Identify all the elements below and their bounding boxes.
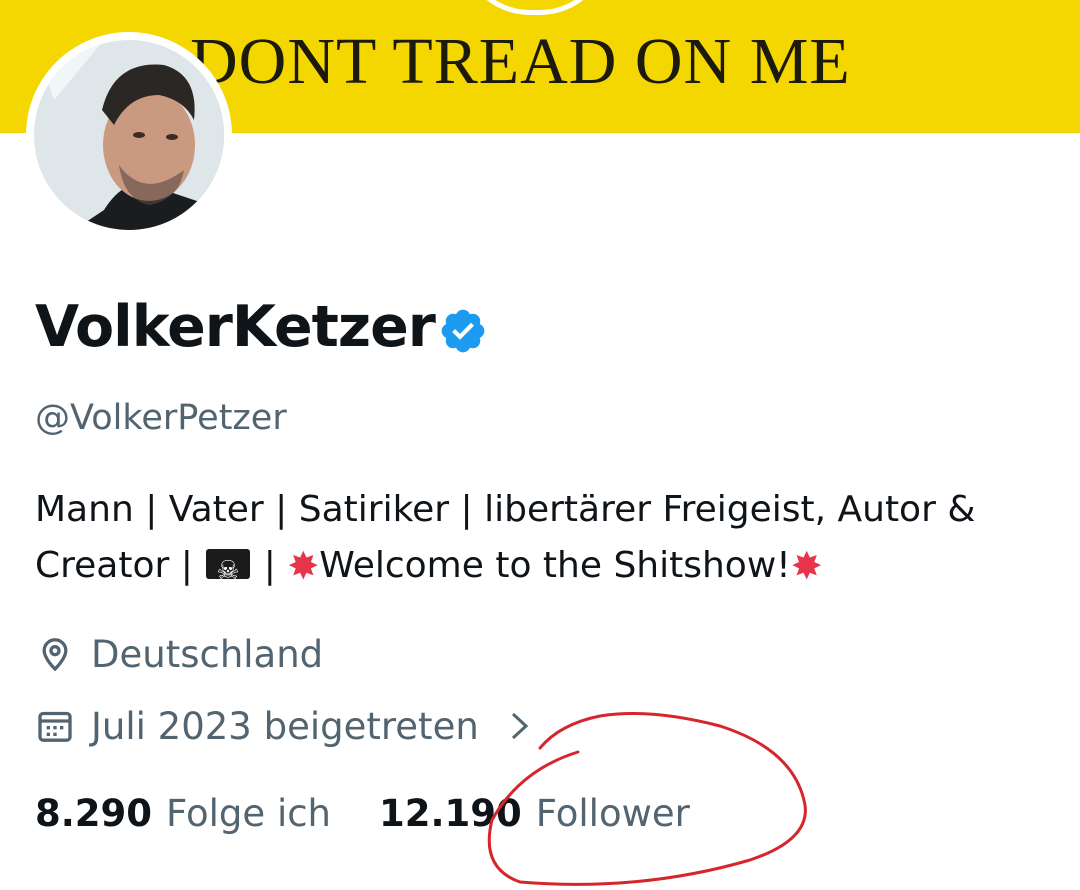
following-label: Folge ich [166, 792, 332, 835]
joined-text: Juli 2023 beigetreten [91, 704, 479, 748]
profile-stats: 8.290 Folge ich 12.190 Follower [35, 792, 690, 835]
banner-snake-graphic [460, 0, 610, 15]
followers-count: 12.190 [379, 792, 522, 835]
pirate-flag-icon [206, 543, 251, 599]
banner-text: DONT TREAD ON ME [190, 25, 851, 98]
following-link[interactable]: 8.290 Folge ich [35, 792, 331, 835]
collision-icon: ✸ [790, 544, 823, 588]
followers-label: Follower [535, 792, 690, 835]
bio-line-2-start: Creator | [35, 545, 193, 586]
chevron-right-icon[interactable] [509, 710, 531, 742]
profile-handle: @VolkerPetzer [35, 398, 287, 438]
bio-line-2-text: Welcome to the Shitshow! [319, 545, 791, 586]
bio-line-2: Creator | | ✸Welcome to the Shitshow!✸ [35, 538, 1045, 599]
verified-badge-icon[interactable] [438, 306, 488, 356]
profile-bio: Mann | Vater | Satiriker | libertärer Fr… [35, 482, 1045, 599]
profile-location: Deutschland [35, 632, 323, 676]
followers-link[interactable]: 12.190 Follower [379, 792, 690, 835]
bio-line-2-separator: | [263, 545, 276, 586]
avatar-photo [34, 40, 224, 230]
calendar-icon [38, 711, 72, 742]
following-count: 8.290 [35, 792, 153, 835]
avatar[interactable] [26, 32, 232, 238]
collision-icon: ✸ [287, 544, 320, 588]
profile-joined[interactable]: Juli 2023 beigetreten [35, 704, 531, 748]
location-text: Deutschland [91, 632, 324, 676]
location-pin-icon [42, 638, 68, 672]
bio-line-1: Mann | Vater | Satiriker | libertärer Fr… [35, 489, 976, 530]
display-name: VolkerKetzer [35, 294, 436, 360]
